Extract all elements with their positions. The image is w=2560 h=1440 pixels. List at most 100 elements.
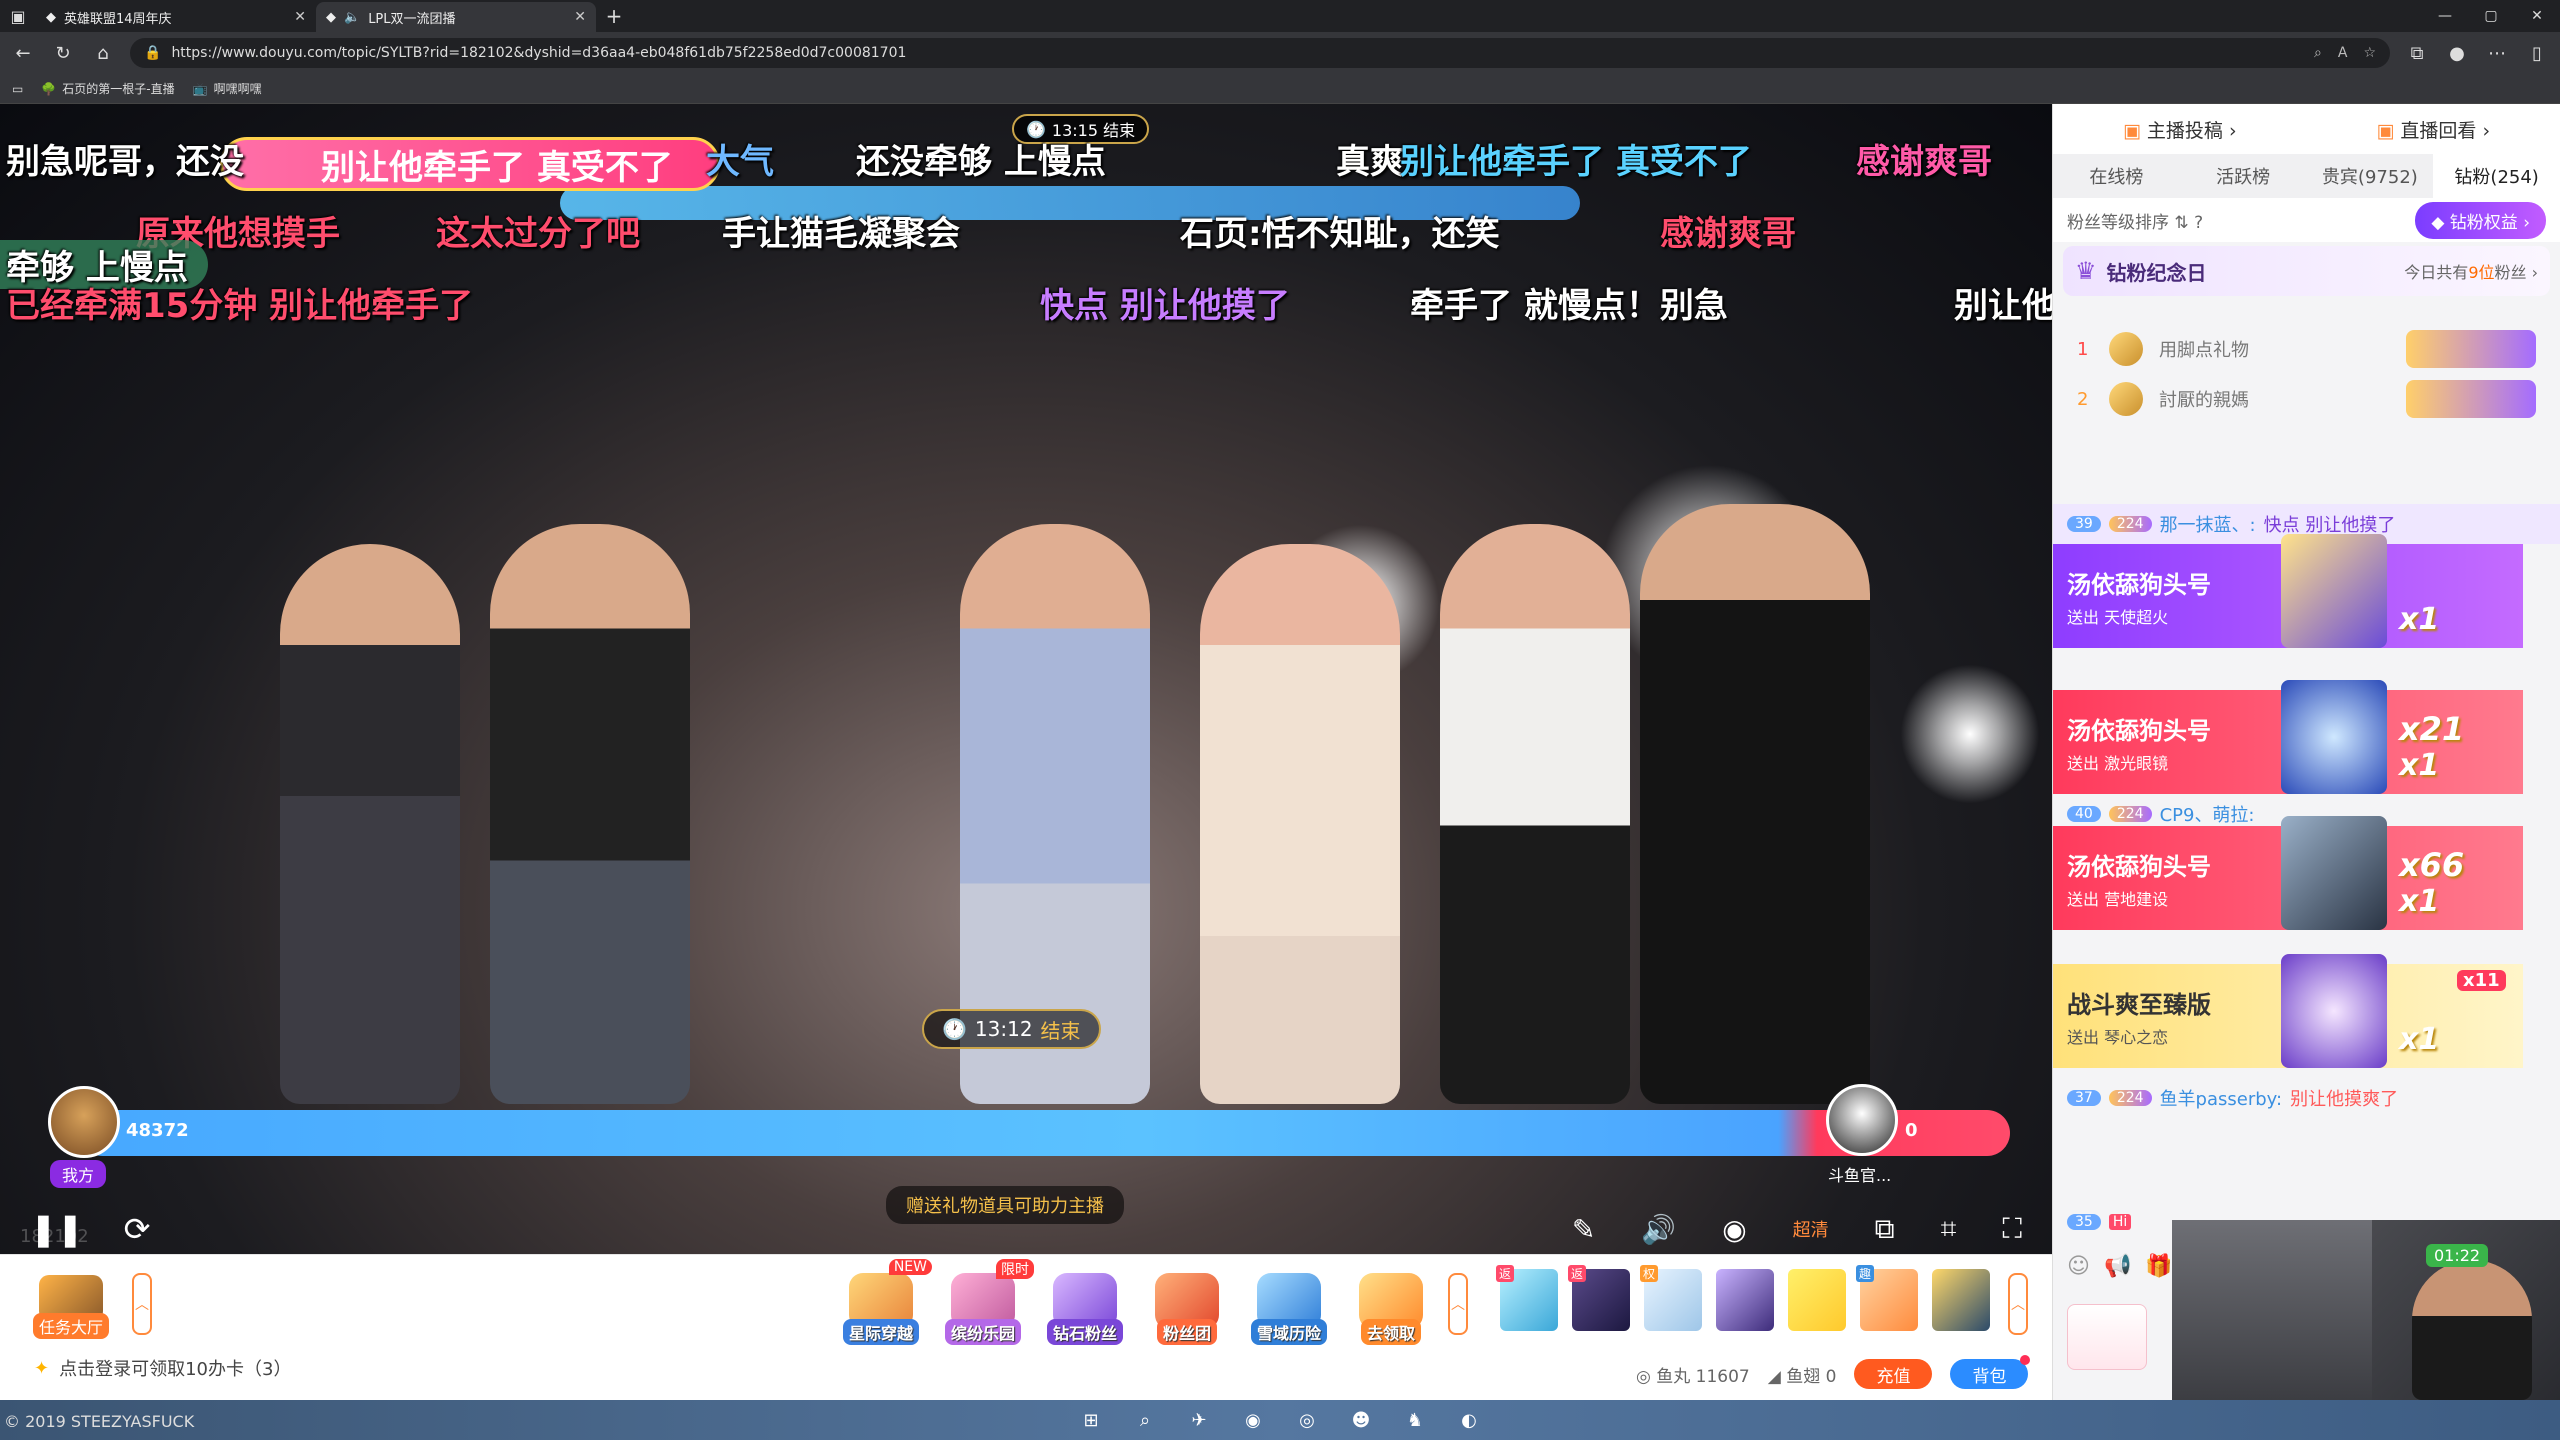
tab-active[interactable]: 活跃榜: [2180, 154, 2307, 198]
reload-button[interactable]: ↻: [50, 43, 76, 64]
task-hall-button[interactable]: 任务大厅: [26, 1267, 116, 1339]
tab-actions-icon[interactable]: ▣: [0, 0, 36, 32]
close-tab-icon[interactable]: ✕: [574, 9, 586, 25]
gift-item[interactable]: 趣: [1856, 1265, 1918, 1331]
opponent-avatar[interactable]: [1826, 1084, 1898, 1156]
browser-tab-1[interactable]: ◆ 英雄联盟14周年庆 ✕: [36, 2, 316, 32]
rank-row[interactable]: 1 用脚点礼物: [2053, 324, 2560, 374]
tab-vip[interactable]: 贵宾(9752): [2307, 154, 2434, 198]
app-icon[interactable]: ♞: [1400, 1405, 1430, 1435]
more-menu-icon[interactable]: ⋯: [2484, 43, 2510, 64]
sort-toggle[interactable]: 粉丝等级排序 ⇅ ?: [2067, 208, 2203, 233]
back-button[interactable]: ←: [10, 43, 36, 64]
quality-button[interactable]: 超清: [1793, 1216, 1829, 1242]
backpack-button[interactable]: 背包: [1950, 1355, 2031, 1389]
gift-bag-icon[interactable]: 🎁: [2145, 1254, 2172, 1279]
gift-count: x1: [2399, 602, 2440, 637]
favorite-star-icon[interactable]: ☆: [2363, 45, 2376, 61]
user-level: 35: [2067, 1214, 2101, 1230]
maximize-button[interactable]: ▢: [2468, 0, 2514, 32]
speaker-icon[interactable]: 🔈: [344, 10, 360, 25]
chat-message[interactable]: 37 224 鱼羊passerby: 别让他摸爽了: [2053, 1078, 2543, 1118]
url-field[interactable]: 🔒 https://www.douyu.com/topic/SYLTB?rid=…: [130, 38, 2390, 68]
volume-icon[interactable]: 🔊: [1641, 1213, 1676, 1246]
chat-user[interactable]: 那一抹蓝、:: [2160, 511, 2256, 537]
app-icon[interactable]: ◉: [1238, 1405, 1268, 1435]
collapse-left-icon[interactable]: ︿: [132, 1273, 152, 1335]
zoom-icon[interactable]: ⌕: [2314, 45, 2322, 61]
fullscreen-icon[interactable]: ⛶: [2002, 1212, 2022, 1246]
refresh-button[interactable]: ⟳: [124, 1210, 151, 1248]
close-tab-icon[interactable]: ✕: [294, 9, 306, 25]
edit-icon[interactable]: ✎: [1572, 1213, 1595, 1246]
activity-star-trek[interactable]: NEW 星际穿越: [836, 1259, 932, 1345]
chat-tools: ☺ 📢 🎁: [2067, 1254, 2173, 1279]
webfullscreen-icon[interactable]: ⌗: [1941, 1212, 1957, 1246]
streamer-figure: [1640, 504, 1870, 1104]
app-icon[interactable]: ◎: [1292, 1405, 1322, 1435]
post-icon: ▣: [2122, 119, 2141, 142]
bookmarks-menu-icon[interactable]: ▭: [12, 82, 23, 96]
bookmark-item[interactable]: 📺 啊嘿啊嘿: [193, 80, 262, 97]
diamond-icon: ◆: [2431, 212, 2445, 233]
tab-online[interactable]: 在线榜: [2053, 154, 2180, 198]
gift-item[interactable]: [1788, 1269, 1846, 1331]
app-icon[interactable]: ☻: [1346, 1405, 1376, 1435]
activity-funland[interactable]: 限时 缤纷乐园: [938, 1259, 1034, 1345]
chat-user[interactable]: CP9、萌拉:: [2160, 801, 2255, 827]
gift-item[interactable]: [1716, 1269, 1774, 1331]
fan-avatar: [2109, 382, 2143, 416]
activity-fan-club[interactable]: 粉丝团: [1142, 1265, 1232, 1345]
diamond-anniversary[interactable]: ♛ 钻粉纪念日 今日共有9位粉丝 ›: [2063, 246, 2550, 296]
start-icon[interactable]: ⊞: [1076, 1405, 1106, 1435]
emoji-icon[interactable]: ☺: [2067, 1254, 2090, 1279]
new-tag: NEW: [888, 1259, 932, 1275]
login-tip[interactable]: ✦ 点击登录可领取10办卡（3）: [34, 1355, 291, 1381]
activity-claim[interactable]: 去领取: [1346, 1265, 1436, 1345]
extensions-icon[interactable]: ⧉: [2404, 43, 2430, 64]
chat-user[interactable]: 鱼羊passerby:: [2160, 1085, 2283, 1111]
sidebar-toggle-icon[interactable]: ▯: [2524, 43, 2550, 64]
anchor-posts-link[interactable]: ▣ 主播投稿 ›: [2123, 116, 2237, 143]
charge-button[interactable]: 充值: [1854, 1359, 1933, 1389]
help-icon[interactable]: ?: [2194, 213, 2203, 233]
tab-diamond-fans[interactable]: 钻粉(254): [2433, 154, 2560, 198]
video-player[interactable]: 别让他牵手了 真受不了 🕐 13:15 结束 别急呢哥，还没 大气 还没牵够 上慢…: [0, 104, 2052, 1254]
home-button[interactable]: ⌂: [90, 43, 116, 64]
minimize-button[interactable]: —: [2422, 0, 2468, 32]
pause-button[interactable]: ❚❚: [30, 1210, 84, 1248]
gift-item[interactable]: 返: [1496, 1265, 1558, 1331]
rank-tabs: 在线榜 活跃榜 贵宾(9752) 钻粉(254): [2053, 154, 2560, 198]
expand-activities-icon[interactable]: ︿: [1448, 1273, 1468, 1335]
activity-snow-adventure[interactable]: 雪域历险: [1244, 1265, 1334, 1345]
gift-card: 汤依舔狗头号 送出 天使超火 x1: [2053, 534, 2523, 648]
read-aloud-icon[interactable]: A: [2338, 45, 2348, 61]
new-tab-button[interactable]: +: [596, 0, 632, 32]
bookmark-item[interactable]: 🌳 石页的第一根子-直播: [41, 80, 174, 97]
fan-avatar: [2109, 332, 2143, 366]
browser-tab-2[interactable]: ◆ 🔈 LPL双一流团播 ✕: [316, 2, 596, 32]
edge-browser-icon[interactable]: ◐: [1454, 1405, 1484, 1435]
chat-message[interactable]: 35 Hi: [2053, 1202, 2183, 1242]
task-hall-label: 任务大厅: [32, 1313, 109, 1339]
gift-item[interactable]: 返: [1568, 1265, 1630, 1331]
chat-list[interactable]: 39 224 那一抹蓝、: 快点 别让他摸了 汤依舔狗头号 送出 天使超火 x1 …: [2053, 504, 2560, 1154]
gift-item[interactable]: 权: [1640, 1265, 1702, 1331]
app-icon[interactable]: ✈: [1184, 1405, 1214, 1435]
replay-link[interactable]: ▣ 直播回看 ›: [2376, 116, 2490, 143]
activity-diamond-fans[interactable]: 钻石粉丝: [1040, 1265, 1130, 1345]
diamond-perks-button[interactable]: ◆ 钻粉权益 ›: [2415, 201, 2546, 239]
danmaku-toggle-icon[interactable]: ◉: [1722, 1213, 1746, 1246]
close-window-button[interactable]: ✕: [2514, 0, 2560, 32]
fan-badge-gift[interactable]: [2067, 1304, 2147, 1370]
profile-icon[interactable]: ●: [2444, 43, 2470, 64]
expand-gifts-icon[interactable]: ︿: [2008, 1273, 2028, 1335]
pip-icon[interactable]: ⧉: [1875, 1212, 1895, 1246]
horn-icon[interactable]: 📢: [2104, 1254, 2131, 1279]
search-icon[interactable]: ⌕: [1130, 1405, 1160, 1435]
rank-row[interactable]: 2 討厭的親媽: [2053, 374, 2560, 424]
gift-item[interactable]: [1932, 1269, 1990, 1331]
my-side-avatar[interactable]: [48, 1086, 120, 1158]
opponent-name[interactable]: 斗鱼官...: [1828, 1162, 1891, 1186]
gift-image: [2281, 680, 2387, 794]
